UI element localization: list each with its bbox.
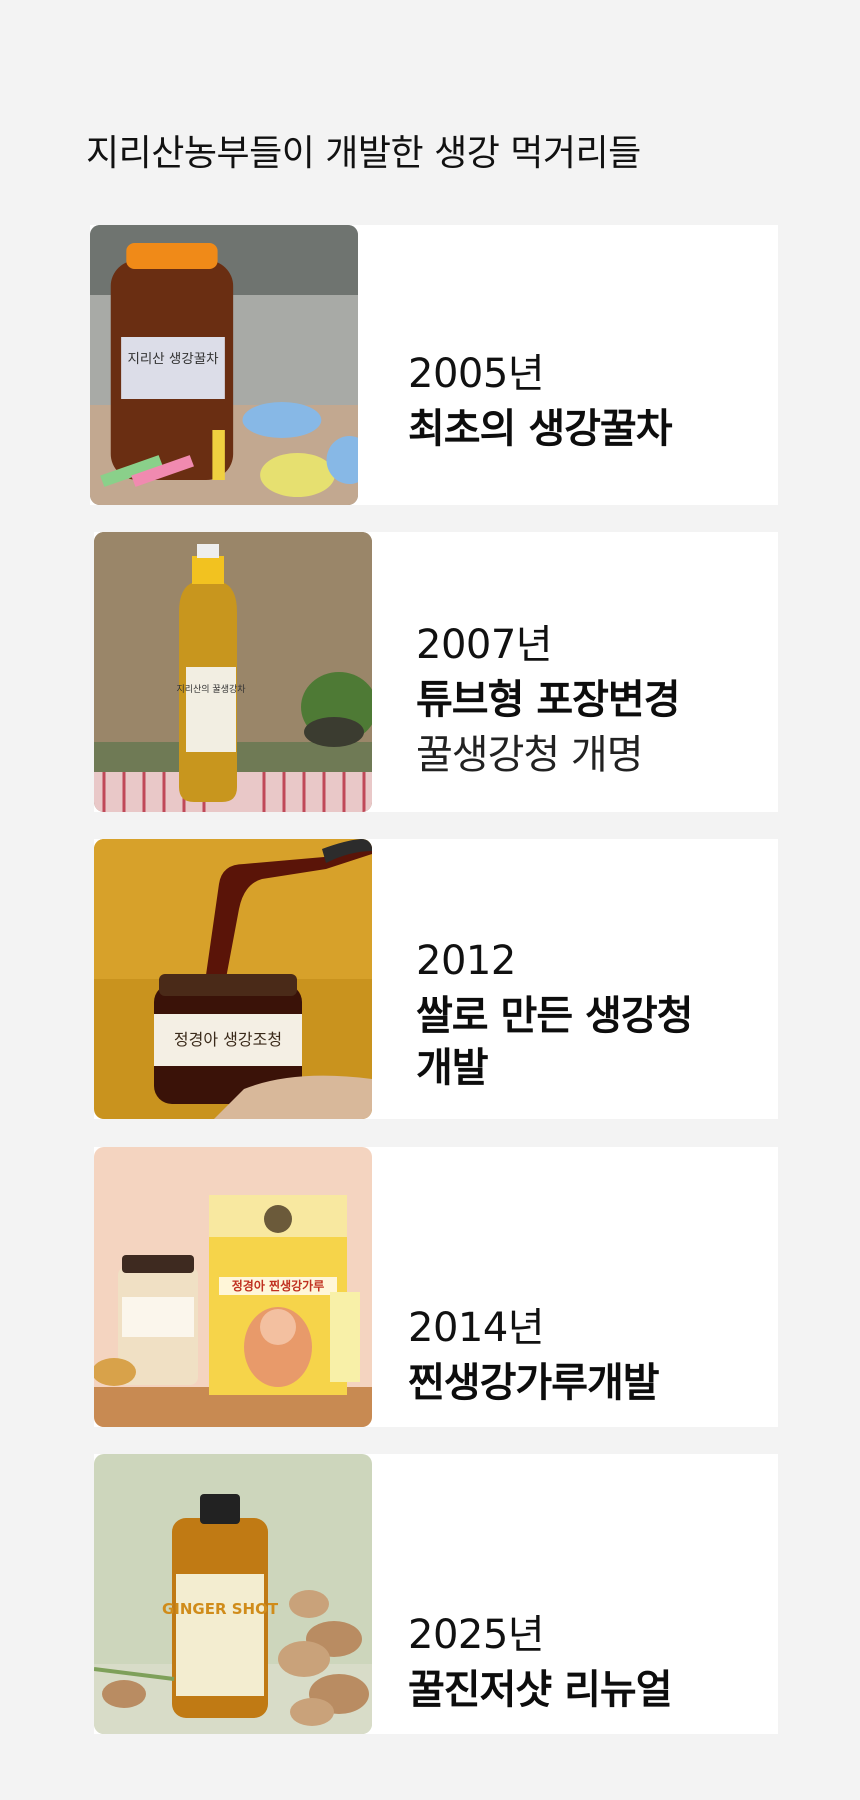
timeline-year: 2025년 <box>408 1612 545 1658</box>
timeline-card-2012: 정경아 생강조청 2012 쌀로 만든 생강청 개발 <box>94 839 778 1119</box>
timeline-headline: 최초의 생강꿀차 <box>408 406 673 452</box>
timeline-card-text: 2014년 찐생강가루개발 <box>408 1289 758 1419</box>
timeline-headline: 쌀로 만든 생강청 개발 <box>416 993 693 1091</box>
bottle-label: GINGER SHOT <box>162 1600 279 1618</box>
timeline-year: 2007년 <box>416 622 553 668</box>
timeline-card-2005: 지리산 생강꿀차 2005년 최초의 생강꿀차 <box>90 225 778 505</box>
timeline-card-text: 2007년 튜브형 포장변경 꿀생강청 개명 <box>416 612 758 788</box>
timeline-card-2025: GINGER SHOT 2025년 꿀진저샷 리뉴얼 <box>94 1454 778 1734</box>
timeline-headline: 꿀진저샷 리뉴얼 <box>408 1667 673 1713</box>
timeline-headline: 튜브형 포장변경 <box>416 677 681 723</box>
timeline-card-text: 2005년 최초의 생강꿀차 <box>408 335 758 465</box>
jar-label: 지리산 생강꿀차 <box>127 351 218 367</box>
box-label: 정경아 찐생강가루 <box>232 1278 325 1293</box>
honey-ginger-tea-jar-photo: 지리산 생강꿀차 <box>90 225 358 505</box>
bottle-label: 지리산의 꿀생강차 <box>176 683 246 695</box>
timeline-card-2014: 정경아 찐생강가루 2014년 찐생강가루개발 <box>94 1147 778 1427</box>
jar-label: 정경아 생강조청 <box>174 1030 282 1049</box>
page-title: 지리산농부들이 개발한 생강 먹거리들 <box>86 133 641 174</box>
timeline-card-2007: 지리산의 꿀생강차 2007년 튜브형 포장변경 꿀생강청 개명 <box>94 532 778 812</box>
ginger-shot-bottle-photo: GINGER SHOT <box>94 1454 372 1734</box>
timeline-card-text: 2025년 꿀진저샷 리뉴얼 <box>408 1596 758 1726</box>
timeline-card-text: 2012 쌀로 만든 생강청 개발 <box>416 933 758 1093</box>
timeline-headline: 찐생강가루개발 <box>408 1360 660 1406</box>
timeline-year: 2014년 <box>408 1305 545 1351</box>
timeline-subtext: 꿀생강청 개명 <box>416 732 644 778</box>
steamed-ginger-powder-photo: 정경아 찐생강가루 <box>94 1147 372 1427</box>
rice-ginger-syrup-photo: 정경아 생강조청 <box>94 839 372 1119</box>
timeline-year: 2012 <box>416 938 516 984</box>
tube-bottle-photo: 지리산의 꿀생강차 <box>94 532 372 812</box>
timeline-year: 2005년 <box>408 351 545 397</box>
